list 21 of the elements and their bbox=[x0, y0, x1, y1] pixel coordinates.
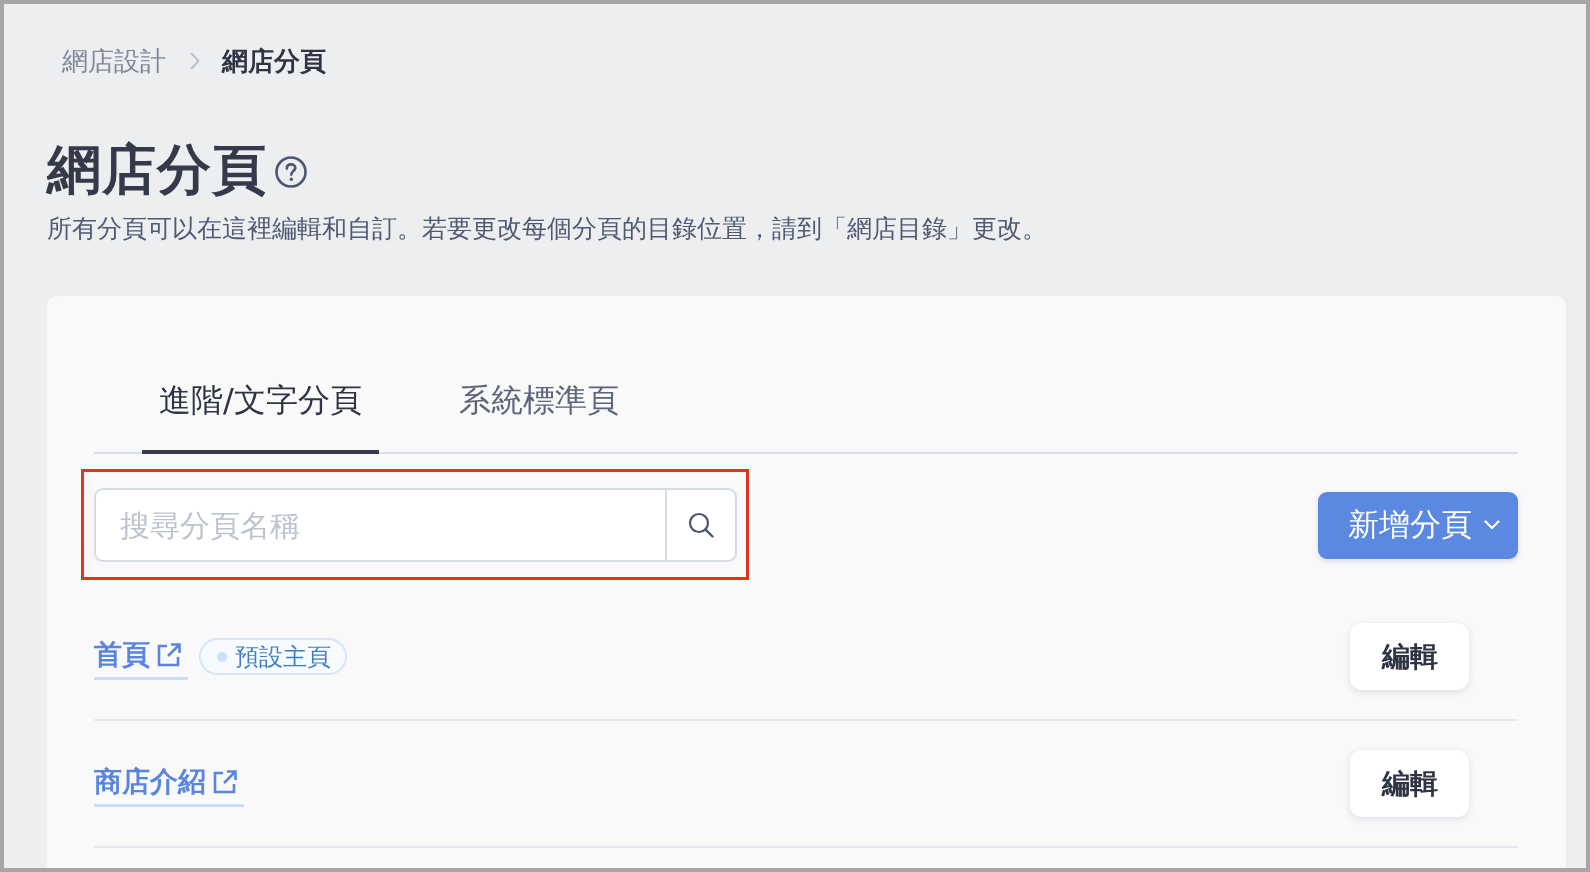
edit-button[interactable]: 編輯 bbox=[1350, 623, 1469, 690]
external-link-icon bbox=[156, 641, 182, 668]
edit-button[interactable]: 編輯 bbox=[1350, 750, 1469, 817]
tab[interactable]: 系統標準頁 bbox=[441, 378, 636, 454]
default-home-badge: 預設主頁 bbox=[199, 638, 347, 675]
breadcrumb-link[interactable]: 網店設計 bbox=[62, 43, 166, 79]
add-page-button[interactable]: 新增分頁 bbox=[1318, 491, 1518, 559]
breadcrumb-current: 網店分頁 bbox=[222, 45, 326, 78]
search-icon bbox=[688, 512, 714, 538]
dot-icon bbox=[217, 651, 227, 662]
chevron-down-icon bbox=[1484, 520, 1500, 530]
chevron-right-icon bbox=[190, 52, 200, 70]
page-title: 網店分頁 bbox=[47, 138, 267, 202]
tab[interactable]: 進階/文字分頁 bbox=[142, 378, 379, 454]
search-field[interactable]: 搜尋分頁名稱 bbox=[94, 488, 665, 562]
page-link[interactable]: 首頁 bbox=[94, 636, 188, 680]
page-description: 所有分頁可以在這裡編輯和自訂。若要更改每個分頁的目錄位置，請到「網店目錄」更改。 bbox=[47, 213, 1047, 245]
external-link-icon bbox=[212, 768, 238, 795]
search-button[interactable] bbox=[665, 488, 737, 562]
page-link[interactable]: 商店介紹 bbox=[94, 763, 244, 807]
help-icon[interactable] bbox=[275, 156, 307, 188]
